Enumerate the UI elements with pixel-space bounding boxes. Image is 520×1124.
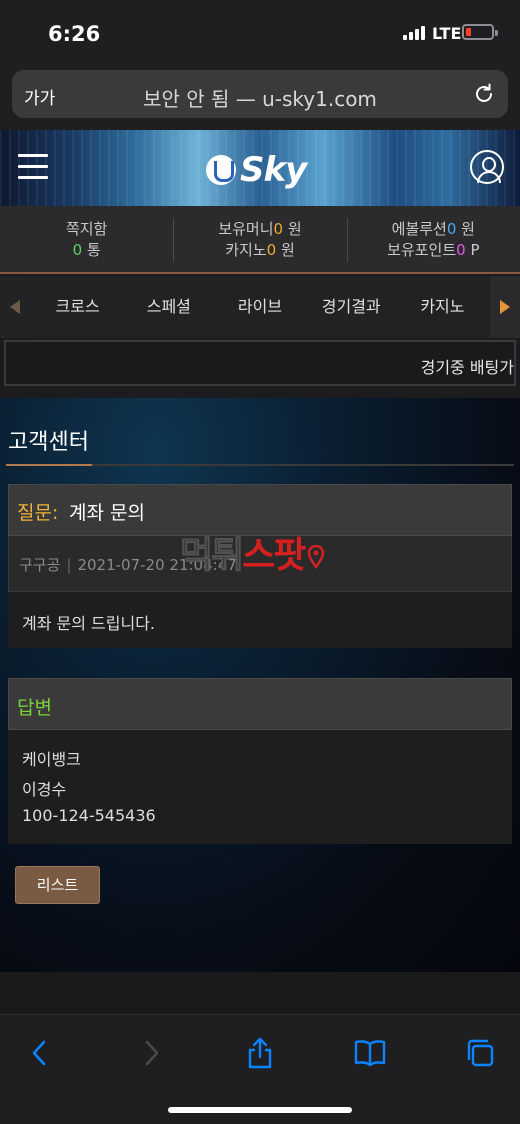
logo-mark-icon bbox=[206, 155, 236, 185]
nav-next-button[interactable] bbox=[490, 276, 520, 338]
user-icon[interactable] bbox=[470, 150, 504, 184]
share-icon bbox=[248, 1037, 272, 1069]
account-info-bar: 쪽지함 0 통 보유머니0 원 카지노0 원 에볼루션0 원 보유포인트0 P bbox=[0, 206, 520, 274]
messages-label: 쪽지함 bbox=[65, 220, 108, 238]
evolution-unit: 원 bbox=[461, 220, 475, 238]
watermark-dark-text: 먹튀 bbox=[179, 535, 244, 577]
status-time: 6:26 bbox=[48, 22, 101, 46]
question-title: 계좌 문의 bbox=[69, 502, 145, 524]
tab-casino[interactable]: 카지노 bbox=[397, 276, 488, 338]
browser-toolbar bbox=[0, 1014, 520, 1124]
watermark-red-text: 스팟 bbox=[242, 535, 306, 576]
chevron-left-icon bbox=[32, 1040, 46, 1066]
list-button[interactable]: 리스트 bbox=[15, 866, 100, 904]
url-text[interactable]: 보안 안 됨 — u-sky1.com bbox=[82, 83, 438, 112]
book-icon bbox=[354, 1040, 386, 1067]
money-label: 보유머니 bbox=[218, 220, 274, 238]
tab-results[interactable]: 경기결과 bbox=[306, 276, 397, 338]
evolution-value: 0 bbox=[446, 220, 457, 238]
tabs-button[interactable] bbox=[460, 1033, 500, 1073]
notice-ticker: 경기중 배팅가 bbox=[4, 340, 516, 386]
caret-left-icon bbox=[10, 300, 20, 314]
logo-text: Sky bbox=[240, 150, 307, 190]
answer-body: 케이뱅크 이경수 100-124-545436 bbox=[8, 730, 512, 844]
answer-header: 답변 bbox=[8, 678, 512, 730]
messages-unit: 통 bbox=[86, 241, 101, 259]
network-type: LTE bbox=[432, 24, 462, 43]
location-pin-icon bbox=[307, 537, 325, 570]
answer-line: 100-124-545436 bbox=[22, 806, 156, 825]
share-button[interactable] bbox=[240, 1033, 280, 1073]
answer-label: 답변 bbox=[17, 697, 52, 719]
evolution-info: 에볼루션0 원 보유포인트0 P bbox=[346, 206, 520, 272]
nav-prev-button[interactable] bbox=[0, 276, 30, 338]
chevron-right-icon bbox=[145, 1040, 159, 1066]
caret-right-icon bbox=[500, 300, 510, 314]
money-info: 보유머니0 원 카지노0 원 bbox=[173, 206, 346, 272]
tabs-icon bbox=[467, 1039, 494, 1067]
money-unit: 원 bbox=[287, 220, 302, 238]
status-bar: 6:26 LTE bbox=[0, 0, 520, 64]
signal-icon bbox=[403, 26, 425, 40]
points-label: 보유포인트 bbox=[387, 241, 457, 259]
reload-icon[interactable] bbox=[472, 82, 496, 110]
tab-live[interactable]: 라이브 bbox=[214, 276, 305, 338]
casino-label: 카지노 bbox=[225, 241, 267, 259]
back-button[interactable] bbox=[20, 1033, 60, 1073]
browser-address-area: 가가 보안 안 됨 — u-sky1.com bbox=[0, 64, 520, 130]
home-indicator bbox=[168, 1107, 352, 1113]
forward-button[interactable] bbox=[131, 1033, 171, 1073]
ticker-text: 경기중 배팅가 bbox=[420, 358, 514, 377]
tab-special[interactable]: 스페셜 bbox=[123, 276, 214, 338]
answer-line: 케이뱅크 bbox=[22, 750, 81, 769]
title-divider-accent bbox=[6, 464, 92, 466]
category-nav: 크로스 스페셜 라이브 경기결과 카지노 bbox=[0, 276, 520, 338]
points-value: 0 bbox=[456, 241, 466, 259]
site-header: Sky bbox=[0, 130, 520, 206]
battery-icon bbox=[462, 24, 498, 40]
evolution-label: 에볼루션 bbox=[391, 220, 447, 238]
casino-value: 0 bbox=[266, 241, 277, 259]
question-label: 질문: bbox=[17, 502, 59, 524]
money-value: 0 bbox=[273, 220, 284, 238]
bookmarks-button[interactable] bbox=[350, 1033, 390, 1073]
address-bar[interactable]: 가가 보안 안 됨 — u-sky1.com bbox=[12, 70, 508, 118]
page-title: 고객센터 bbox=[8, 430, 89, 455]
main-content: 고객센터 질문: 계좌 문의 구구공 | 2021-07-20 21:04:47 계… bbox=[0, 398, 520, 972]
question-body-text: 계좌 문의 드립니다. bbox=[22, 614, 156, 633]
menu-icon[interactable] bbox=[18, 154, 48, 180]
watermark: 먹튀스팟 bbox=[179, 526, 325, 578]
page-footer bbox=[0, 972, 520, 1014]
tab-cross[interactable]: 크로스 bbox=[32, 276, 123, 338]
messages-info[interactable]: 쪽지함 0 통 bbox=[0, 206, 173, 272]
casino-unit: 원 bbox=[280, 241, 295, 259]
text-size-button[interactable]: 가가 bbox=[24, 84, 55, 109]
question-body: 계좌 문의 드립니다. bbox=[8, 592, 512, 648]
messages-count: 0 bbox=[72, 241, 83, 259]
points-unit: P bbox=[470, 241, 480, 259]
site-logo[interactable]: Sky bbox=[206, 150, 307, 190]
answer-line: 이경수 bbox=[22, 780, 67, 799]
author-name: 구구공 bbox=[19, 556, 61, 574]
